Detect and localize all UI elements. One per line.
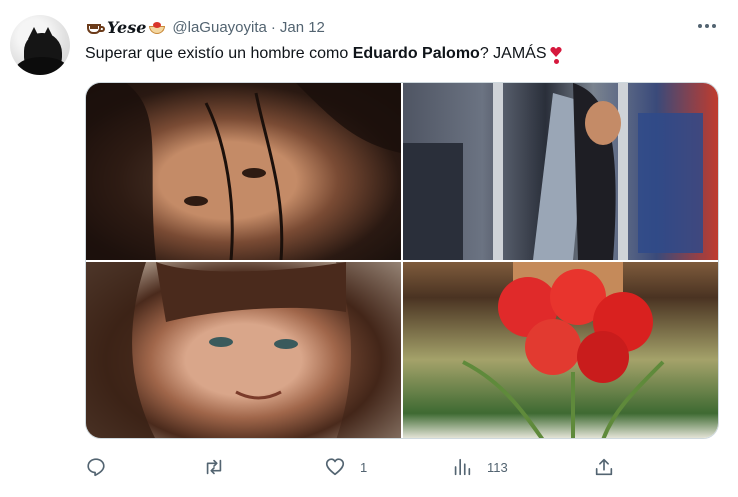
share-icon [595, 458, 613, 476]
media-image-2[interactable] [403, 83, 718, 260]
author-display-name[interactable]: Yese [107, 18, 146, 37]
avatar-cat-body [16, 57, 68, 75]
tweet-date[interactable]: Jan 12 [280, 19, 325, 36]
tweet-text-bold-name: Eduardo Palomo [352, 45, 480, 62]
reply-icon [87, 458, 105, 477]
tweet-header: Yese @laGuayoyita · Jan 12 [85, 16, 325, 38]
views-icon [454, 458, 471, 476]
like-count: 1 [360, 459, 368, 475]
tweet-text-after: ? JAMÁS [479, 45, 547, 62]
media-grid [85, 82, 719, 439]
share-button[interactable] [593, 452, 629, 482]
action-bar: 1 113 [85, 452, 625, 482]
heart-exclamation-icon [549, 44, 563, 64]
tweet-text: Superar que existío un hombre como Eduar… [85, 44, 563, 64]
media-image-4[interactable] [403, 262, 718, 438]
pasta-icon [148, 19, 166, 35]
retweet-button[interactable] [203, 452, 239, 482]
tweet[interactable]: Yese @laGuayoyita · Jan 12 Superar que e… [0, 0, 738, 497]
like-button[interactable]: 1 [324, 452, 367, 482]
heart-icon [325, 458, 345, 476]
views-button[interactable]: 113 [451, 452, 508, 482]
media-image-3[interactable] [86, 262, 401, 438]
avatar[interactable] [10, 15, 70, 75]
retweet-icon [206, 459, 222, 475]
tweet-text-before: Superar que existío un hombre como [85, 45, 353, 62]
header-separator: · [270, 18, 276, 36]
media-image-1[interactable] [86, 83, 401, 260]
more-options-icon[interactable] [692, 14, 722, 38]
coffee-cup-icon [85, 19, 105, 35]
reply-button[interactable] [85, 452, 121, 482]
author-handle[interactable]: @laGuayoyita [172, 19, 266, 36]
views-count: 113 [487, 459, 508, 475]
